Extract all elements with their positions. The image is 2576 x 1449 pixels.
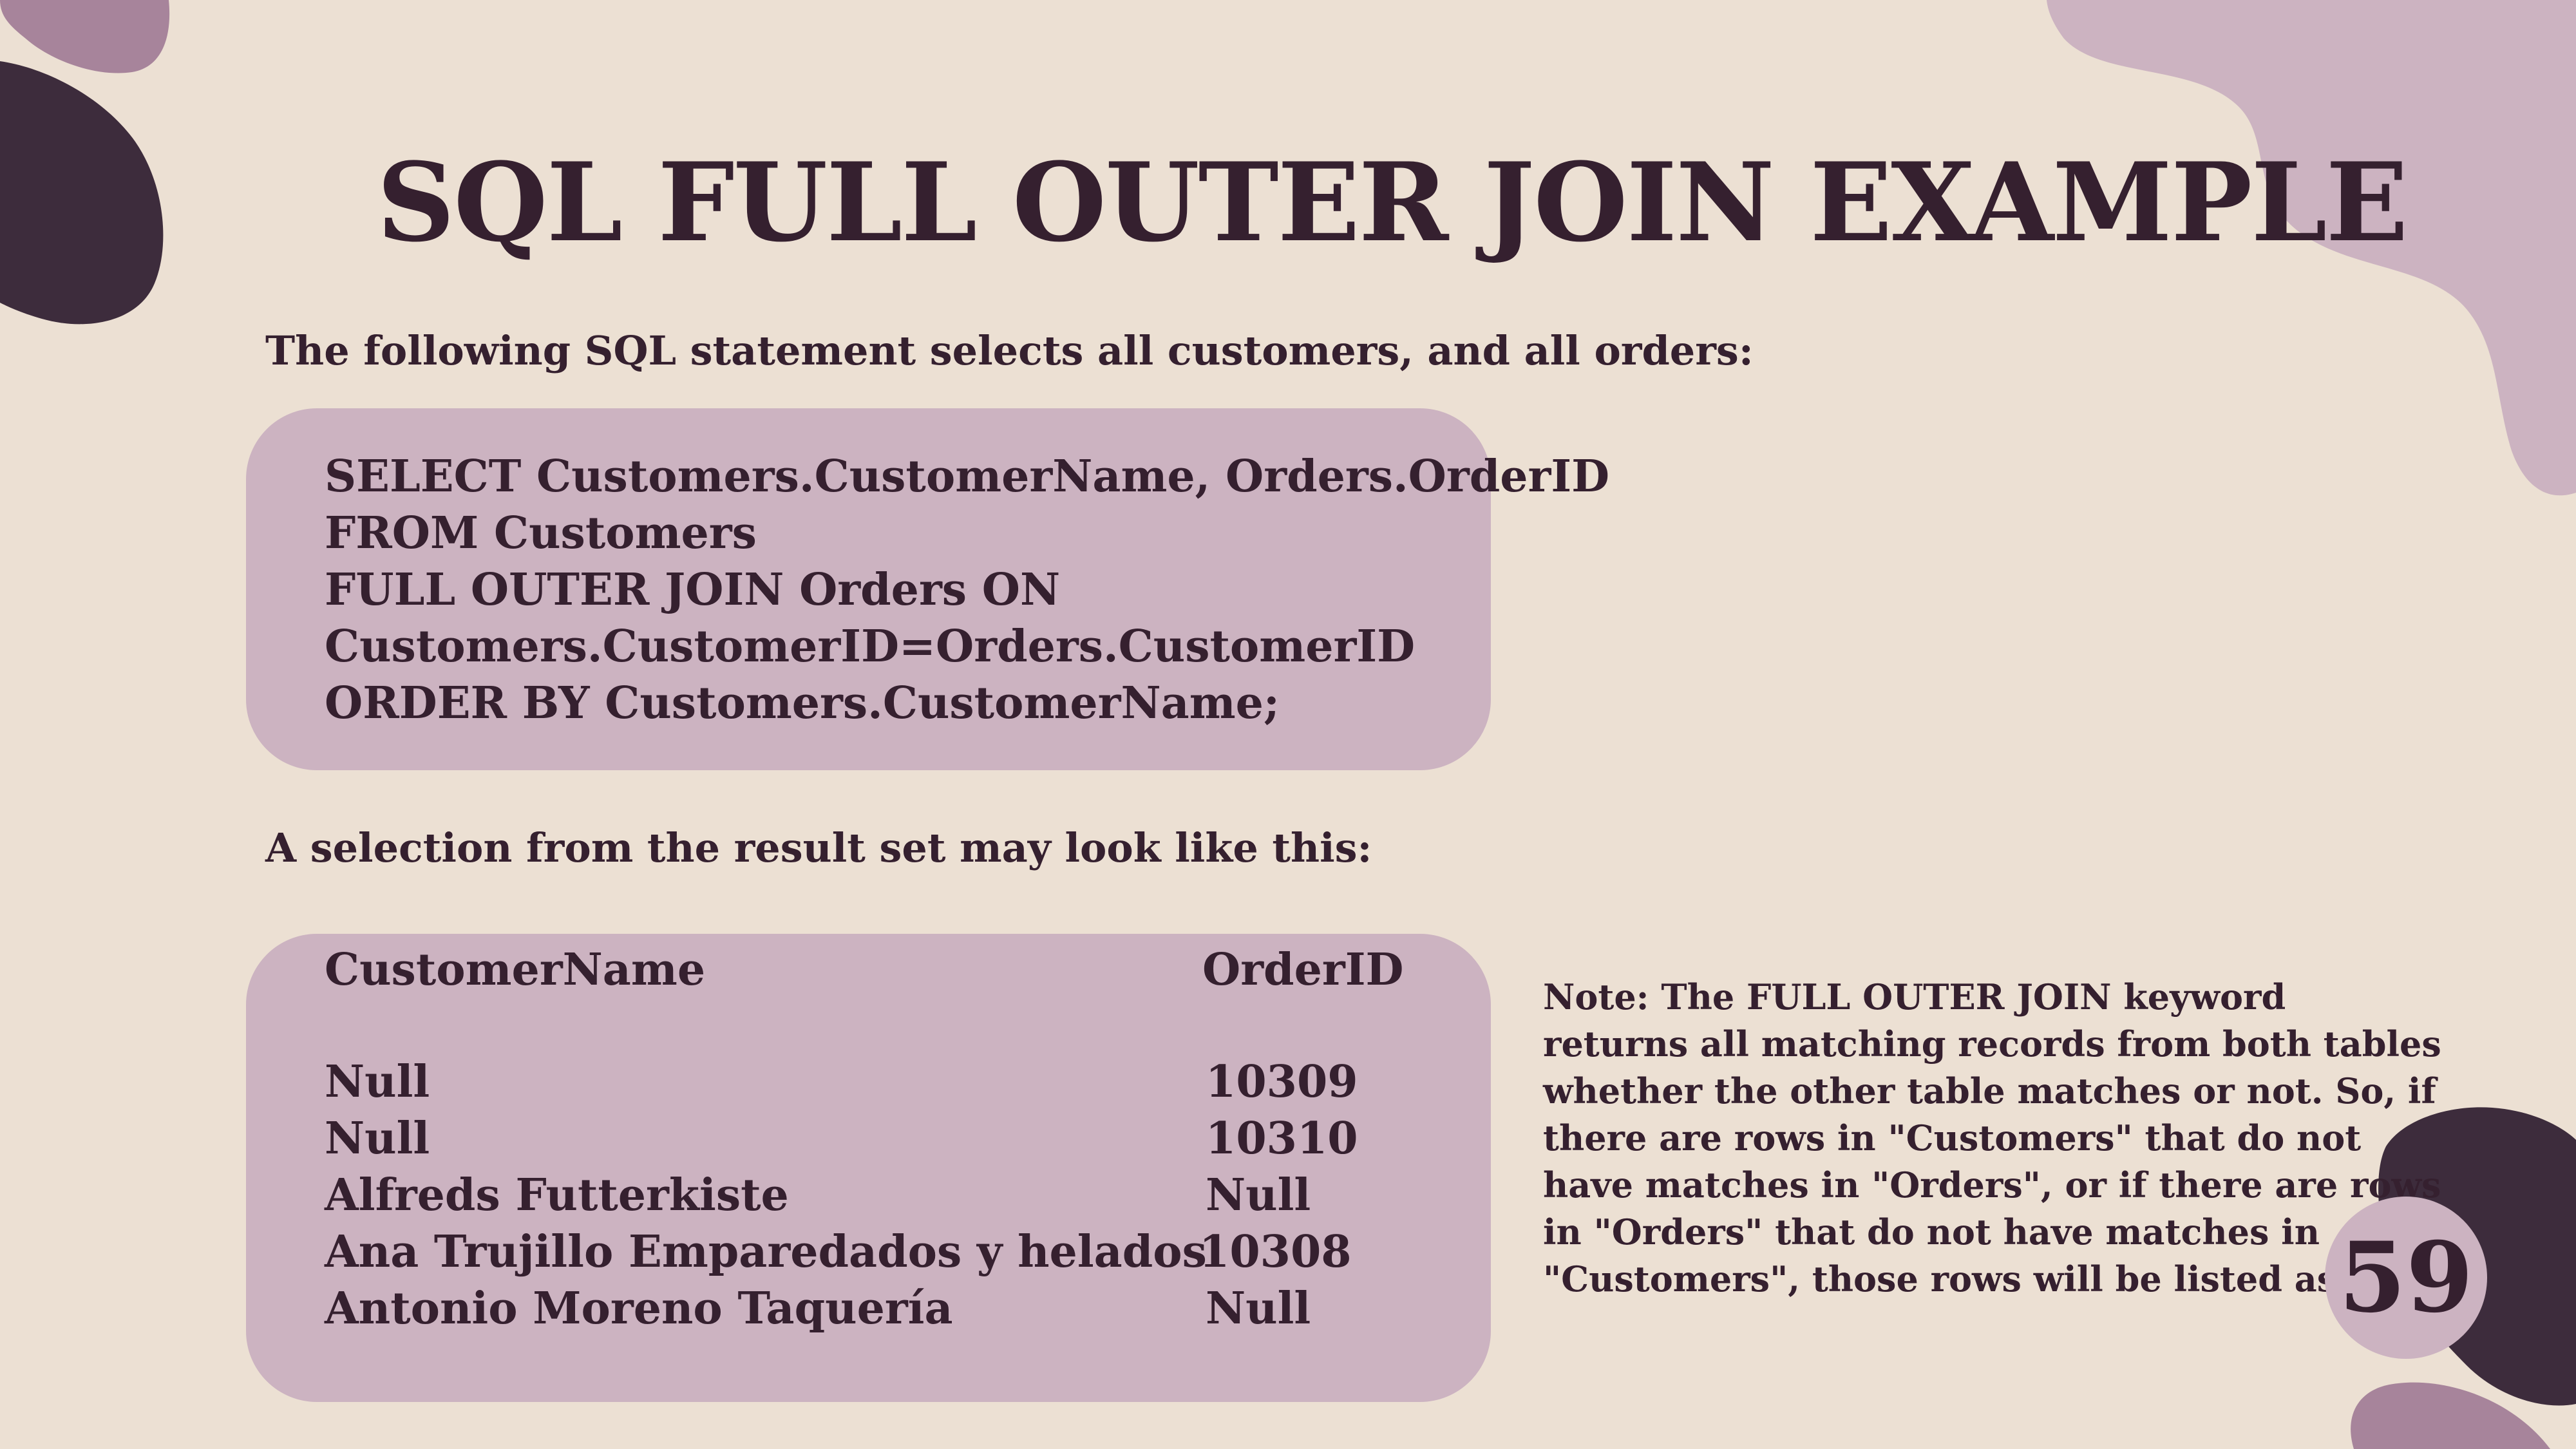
code-line: ORDER BY Customers.CustomerName; [325, 677, 1280, 729]
table-cell-customername: Antonio Moreno Taquería [325, 1283, 953, 1334]
table-cell-orderid: Null [1206, 1170, 1311, 1221]
page-number-badge: 59 [2325, 1197, 2487, 1359]
code-line: FROM Customers [325, 507, 757, 559]
note-line: Note: The FULL OUTER JOIN keyword [1543, 976, 2286, 1018]
note-line: have matches in "Orders", or if there ar… [1543, 1164, 2441, 1206]
result-intro-text: A selection from the result set may look… [265, 824, 1372, 871]
result-table: CustomerName OrderID Null 10309 Null 103… [246, 934, 1491, 1402]
table-cell-customername: Null [325, 1113, 430, 1164]
note-line: "Customers", those rows will be listed a… [1543, 1258, 2439, 1300]
note-line: whether the other table matches or not. … [1543, 1070, 2436, 1112]
blob-top-left-mauve [0, 0, 170, 73]
table-cell-orderid: 10310 [1206, 1113, 1358, 1164]
table-cell-orderid: 10309 [1206, 1056, 1358, 1108]
code-line: Customers.CustomerID=Orders.CustomerID [325, 621, 1416, 672]
slide-title: SQL FULL OUTER JOIN EXAMPLE [377, 138, 2409, 266]
note-line: returns all matching records from both t… [1543, 1023, 2441, 1065]
table-cell-customername: Alfreds Futterkiste [325, 1170, 789, 1221]
code-line: FULL OUTER JOIN Orders ON [325, 564, 1061, 616]
column-header-orderid: OrderID [1202, 944, 1404, 996]
intro-text: The following SQL statement selects all … [265, 327, 1754, 374]
note-line: in "Orders" that do not have matches in [1543, 1211, 2320, 1253]
table-cell-customername: Ana Trujillo Emparedados y helados [325, 1226, 1207, 1278]
page-number: 59 [2338, 1221, 2474, 1334]
code-line: SELECT Customers.CustomerName, Orders.Or… [325, 451, 1610, 502]
blob-top-left-dark [0, 61, 164, 325]
table-cell-orderid: Null [1206, 1283, 1311, 1334]
sql-code-box: SELECT Customers.CustomerName, Orders.Or… [246, 408, 1609, 770]
table-cell-customername: Null [325, 1056, 430, 1108]
note-line: there are rows in "Customers" that do no… [1543, 1117, 2362, 1159]
column-header-customername: CustomerName [325, 944, 706, 996]
table-cell-orderid: 10308 [1199, 1226, 1352, 1278]
note-text: Note: The FULL OUTER JOIN keyword return… [1543, 974, 2441, 1303]
